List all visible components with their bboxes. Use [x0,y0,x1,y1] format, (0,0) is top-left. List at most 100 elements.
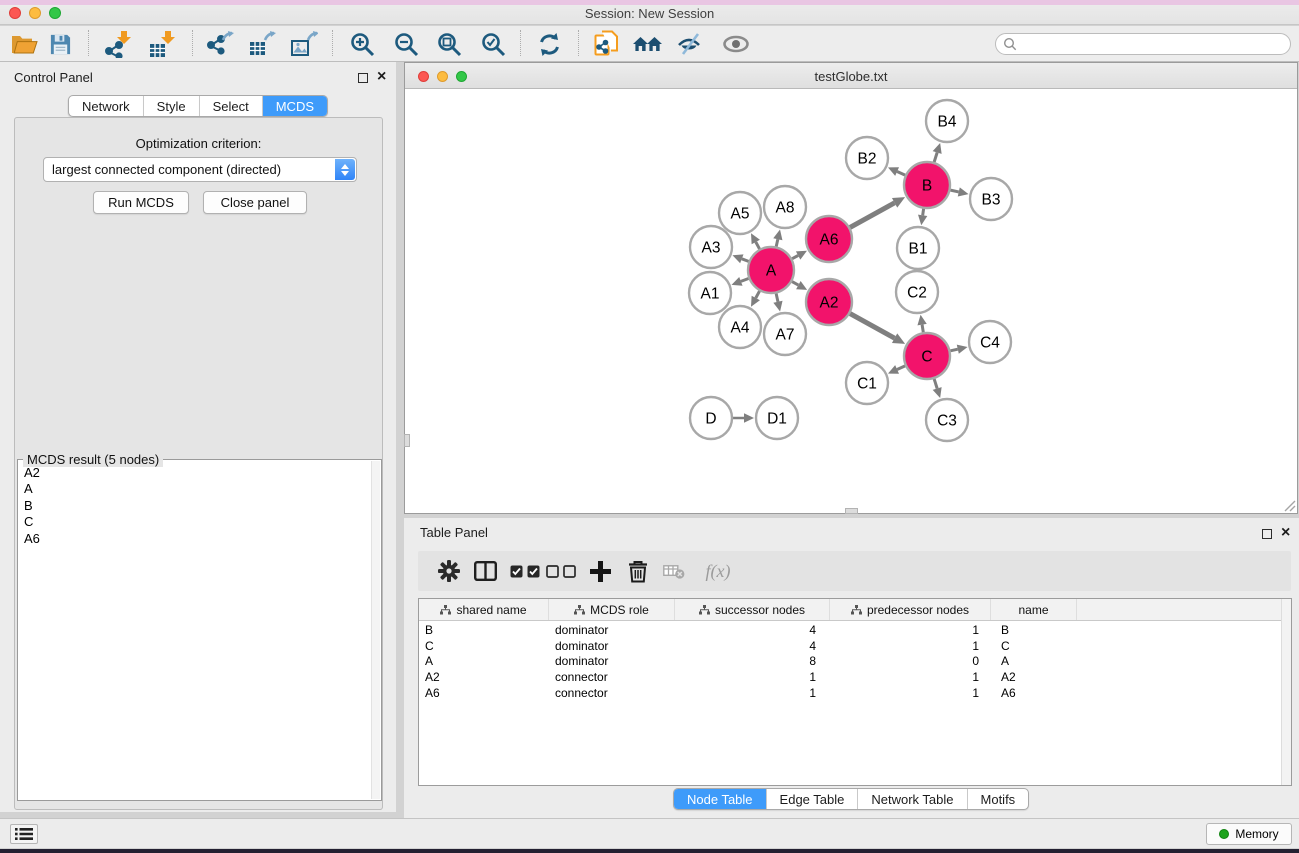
memory-button[interactable]: Memory [1206,823,1292,845]
resize-grip-icon[interactable] [1282,498,1296,512]
column-header-name[interactable]: name [991,599,1077,620]
graph-edge-A-A4[interactable] [756,291,760,298]
graph-node-label-A7: A7 [776,327,795,344]
graph-node-label-A2: A2 [820,295,839,312]
network-graph[interactable]: B4B2BB3A8A5A6A3B1AA1C2A2A4A7C4CC1DD1C3 [405,90,1297,513]
close-table-panel-icon[interactable]: × [1281,527,1290,539]
float-panel-icon[interactable] [358,73,368,83]
float-table-panel-icon[interactable] [1262,529,1272,539]
graph-edge-C-C3[interactable] [934,379,937,389]
delete-table-icon[interactable] [658,559,690,583]
column-header-shared-name[interactable]: shared name [419,599,549,620]
graph-node-label-B3: B3 [982,192,1001,209]
graph-edge-B-B4[interactable] [934,152,937,162]
graph-node-label-C4: C4 [980,335,1000,352]
search-input[interactable] [1017,35,1290,53]
graph-edge-A-A6[interactable] [792,255,798,258]
import-table-icon[interactable] [144,29,180,59]
save-session-icon[interactable] [42,29,78,59]
tab-network-table[interactable]: Network Table [857,789,966,809]
table-row[interactable]: A2connector11A2 [419,669,1281,685]
node-table-scrollbar[interactable] [1281,599,1291,785]
show-column-panel-icon[interactable] [469,559,501,583]
task-history-button[interactable] [10,824,38,844]
graph-edge-C-C4[interactable] [950,349,957,351]
refresh-icon[interactable] [531,29,567,59]
unselect-all-columns-icon[interactable] [545,559,577,583]
graph-edge-B-B2[interactable] [897,172,905,176]
zoom-in-icon[interactable] [344,29,380,59]
tab-node-table[interactable]: Node Table [674,789,766,809]
search-box[interactable] [995,33,1291,55]
zoom-selected-icon[interactable] [475,29,511,59]
node-table-rows: Bdominator41BCdominator41CAdominator80AA… [419,622,1281,701]
mcds-result-item[interactable]: B [19,498,370,514]
export-image-icon[interactable] [286,29,322,59]
graph-edge-A-A8[interactable] [776,239,778,246]
memory-status-icon [1219,829,1229,839]
table-cell: A [991,654,1077,668]
column-header-mcds-role[interactable]: MCDS role [549,599,675,620]
close-panel-icon[interactable]: × [377,71,386,83]
graph-edge-A6-B[interactable] [850,203,895,228]
mcds-result-item[interactable]: A2 [19,465,370,481]
mcds-result-item[interactable]: C [19,514,370,530]
table-settings-gear-icon[interactable] [433,559,465,583]
run-mcds-button[interactable]: Run MCDS [93,191,189,214]
mcds-result-list[interactable]: A2ABCA6 [19,465,370,799]
network-window-titlebar[interactable]: testGlobe.txt [405,63,1297,89]
graph-edge-B-B3[interactable] [950,190,958,192]
mcds-result-item[interactable]: A [19,481,370,497]
tab-edge-table[interactable]: Edge Table [766,789,858,809]
table-cell: A2 [991,670,1077,684]
graph-edge-A-A3[interactable] [742,259,749,262]
graph-edge-C-C2[interactable] [922,325,923,333]
canvas-bottom-scroll-thumb[interactable] [845,508,858,514]
zoom-out-icon[interactable] [388,29,424,59]
mcds-result-scrollbar[interactable] [371,461,380,799]
graph-node-label-C3: C3 [937,413,957,430]
zoom-fit-icon[interactable] [431,29,467,59]
table-cell: A [419,654,549,668]
tab-select[interactable]: Select [199,96,262,116]
table-row[interactable]: Cdominator41C [419,638,1281,654]
graph-edge-A2-C[interactable] [850,314,895,339]
import-network-icon[interactable] [100,29,136,59]
function-builder-icon[interactable]: f(x) [696,559,740,583]
delete-column-icon[interactable] [622,559,654,583]
select-stepper-icon[interactable] [335,159,355,180]
canvas-left-scroll-thumb[interactable] [404,434,410,447]
graph-edge-A-A7[interactable] [776,293,778,301]
tab-motifs[interactable]: Motifs [967,789,1029,809]
show-all-icon[interactable] [718,29,754,59]
optimization-criterion-select[interactable]: largest connected component (directed) [43,157,357,182]
open-session-icon[interactable] [6,29,42,59]
export-network-icon[interactable] [202,29,238,59]
homes-icon[interactable] [630,29,666,59]
table-row[interactable]: Bdominator41B [419,622,1281,638]
hide-selected-icon[interactable] [672,29,708,59]
column-header-predecessor-nodes[interactable]: predecessor nodes [830,599,991,620]
column-header-successor-nodes[interactable]: successor nodes [675,599,830,620]
graph-edge-B-B1[interactable] [923,209,924,216]
new-network-from-selection-icon[interactable] [589,29,625,59]
memory-label: Memory [1235,827,1278,841]
table-row[interactable]: Adominator80A [419,654,1281,670]
table-row[interactable]: A6connector11A6 [419,685,1281,701]
tab-network[interactable]: Network [69,96,143,116]
network-canvas[interactable]: B4B2BB3A8A5A6A3B1AA1C2A2A4A7C4CC1DD1C3 [405,90,1297,513]
graph-node-label-A6: A6 [820,232,839,249]
close-panel-button[interactable]: Close panel [203,191,307,214]
graph-edge-C-C1[interactable] [897,366,905,370]
mcds-result-item[interactable]: A6 [19,531,370,547]
graph-edge-A-A5[interactable] [756,242,760,249]
tab-mcds[interactable]: MCDS [262,96,327,116]
graph-edge-A-A1[interactable] [741,278,749,281]
graph-edge-arrow [773,301,782,312]
select-all-columns-icon[interactable] [509,559,541,583]
graph-edge-A-A2[interactable] [792,282,798,285]
export-table-icon[interactable] [244,29,280,59]
control-panel-tabs: NetworkStyleSelectMCDS [68,95,328,117]
tab-style[interactable]: Style [143,96,199,116]
create-column-icon[interactable] [584,559,616,583]
